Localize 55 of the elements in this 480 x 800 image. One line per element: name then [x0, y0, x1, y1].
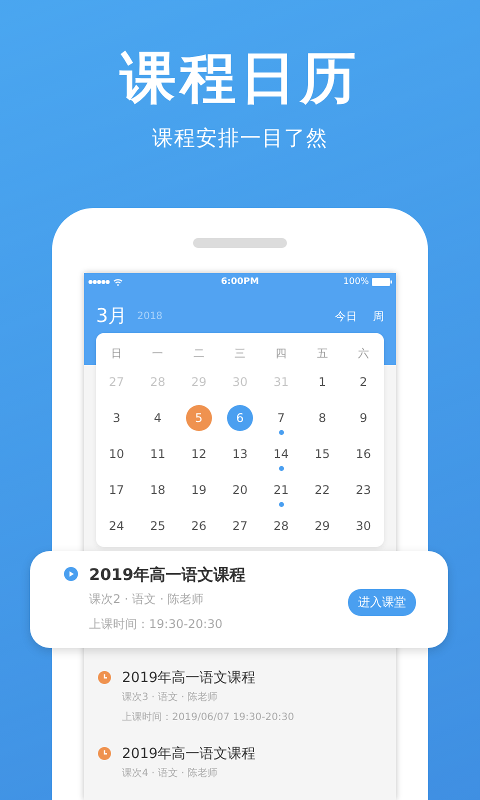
day-number[interactable]: 17 — [104, 477, 130, 503]
day-number[interactable]: 14 — [268, 441, 294, 467]
day-number[interactable]: 20 — [226, 477, 253, 503]
tagline: 课程安排一目了然 — [152, 125, 328, 152]
day-number[interactable]: 7 — [268, 405, 294, 431]
day-number[interactable]: 1 — [309, 369, 336, 395]
headline: 课程日历 — [120, 46, 360, 112]
clock-icon — [98, 671, 111, 684]
day-number[interactable]: 9 — [350, 405, 376, 431]
day-number[interactable]: 8 — [309, 405, 336, 431]
month-title: 3月 — [96, 304, 128, 329]
course-info: 课次2 · 语文 · 陈老师 — [89, 591, 205, 608]
weekday-label: 日 — [110, 346, 124, 362]
day-number[interactable]: 11 — [144, 441, 171, 467]
battery-level: 100% — [343, 277, 369, 287]
day-number[interactable]: 25 — [144, 513, 171, 539]
day-number[interactable]: 28 — [268, 513, 294, 539]
course-info: 课次4 · 语文 · 陈老师 — [122, 766, 218, 781]
day-number[interactable]: 16 — [350, 441, 376, 467]
weekday-label: 六 — [356, 346, 370, 362]
day-number[interactable]: 29 — [309, 513, 336, 539]
weekday-label: 三 — [233, 346, 246, 362]
course-title: 2019年高一语文课程 — [89, 564, 247, 586]
day-number[interactable]: 26 — [186, 513, 212, 539]
day-number[interactable]: 30 — [350, 513, 376, 539]
course-info: 课次3 · 语文 · 陈老师 — [122, 690, 218, 705]
day-number[interactable]: 27 — [226, 513, 253, 539]
day-number[interactable]: 23 — [350, 477, 376, 503]
course-time: 上课时间：19:30-20:30 — [89, 616, 224, 633]
day-number[interactable]: 3 — [104, 405, 130, 431]
weekday-label: 四 — [274, 346, 288, 362]
year-label: 2018 — [137, 310, 163, 322]
status-time: 6:00PM — [221, 277, 259, 287]
day-number[interactable]: 15 — [309, 441, 336, 467]
day-number[interactable]: 12 — [186, 441, 212, 467]
play-icon — [64, 567, 78, 581]
weekday-label: 一 — [151, 346, 164, 362]
day-number[interactable]: 4 — [144, 405, 171, 431]
day-number[interactable]: 19 — [186, 477, 212, 503]
course-time: 上课时间：2019/06/07 19:30-20:30 — [122, 710, 296, 725]
signal-icon — [88, 279, 110, 285]
day-number[interactable]: 22 — [309, 477, 336, 503]
clock-icon — [98, 747, 111, 760]
weekday-label: 五 — [316, 346, 329, 362]
wifi-icon — [113, 278, 123, 286]
day-number[interactable]: 13 — [226, 441, 253, 467]
day-number[interactable]: 2 — [350, 369, 376, 395]
day-number[interactable]: 24 — [104, 513, 130, 539]
course-title: 2019年高一语文课程 — [122, 745, 257, 764]
battery-icon — [372, 278, 392, 286]
course-title: 2019年高一语文课程 — [122, 669, 257, 688]
day-number[interactable]: 10 — [104, 441, 130, 467]
weekday-label: 二 — [192, 346, 206, 362]
day-number[interactable]: 18 — [144, 477, 171, 503]
day-number[interactable]: 21 — [268, 477, 294, 503]
